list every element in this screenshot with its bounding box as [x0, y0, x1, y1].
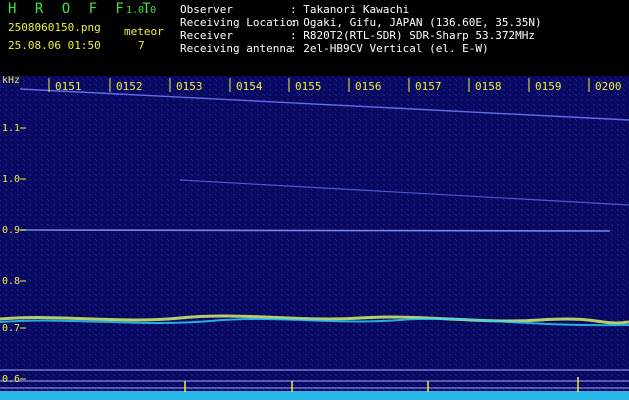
observer-value: : Takanori Kawachi [290, 3, 410, 16]
antenna-value: : 2el-HB9CV Vertical (el. E-W) [290, 42, 489, 55]
time-label: 0158 [475, 80, 502, 93]
file-name: 2508060150.png [8, 21, 101, 34]
carrier-trace-09khz [19, 229, 611, 232]
unit-label: kHz [2, 76, 20, 86]
receiver-value: : R820T2(RTL-SDR) SDR-Sharp 53.372MHz [290, 29, 536, 42]
frequency-label: 0.9 [2, 225, 20, 236]
time-label: 0200 [595, 80, 622, 93]
time-label: 0152 [116, 80, 143, 93]
noise-floor [0, 391, 629, 400]
time-label: 0151 [55, 80, 82, 93]
time-label: 0156 [355, 80, 382, 93]
receiver-label: Receiver [180, 29, 233, 42]
time-label: 0157 [415, 80, 442, 93]
meteor-count: 7 [138, 39, 145, 52]
frequency-label: 0.8 [2, 276, 20, 287]
frequency-label: 0.6 [2, 374, 20, 385]
time-label: 0154 [236, 80, 263, 93]
spectrogram-panel: kHz 0151 0152 0153 0154 0155 0156 0157 0158 0159… [0, 76, 629, 400]
frequency-label: 1.0 [2, 174, 20, 185]
frequency-label: 1.1 [2, 123, 20, 134]
location-value: : Ogaki, Gifu, JAPAN (136.60E, 35.35N) [290, 16, 542, 29]
time-label: 0153 [176, 80, 203, 93]
meteor-label: meteor [124, 25, 164, 38]
header-panel: H R O F F T 1.0.0 2508060150.png meteor … [0, 0, 629, 76]
observer-label: Observer [180, 3, 233, 16]
antenna-label: Receiving antenna [180, 42, 293, 55]
time-label: 0155 [295, 80, 322, 93]
location-label: Receiving Location [180, 16, 300, 29]
time-label: 0159 [535, 80, 562, 93]
spectrogram-noise [0, 76, 629, 400]
frequency-label: 0.7 [2, 323, 20, 334]
app-version: 1.0.0 [126, 5, 157, 16]
timestamp: 25.08.06 01:50 [8, 39, 101, 52]
